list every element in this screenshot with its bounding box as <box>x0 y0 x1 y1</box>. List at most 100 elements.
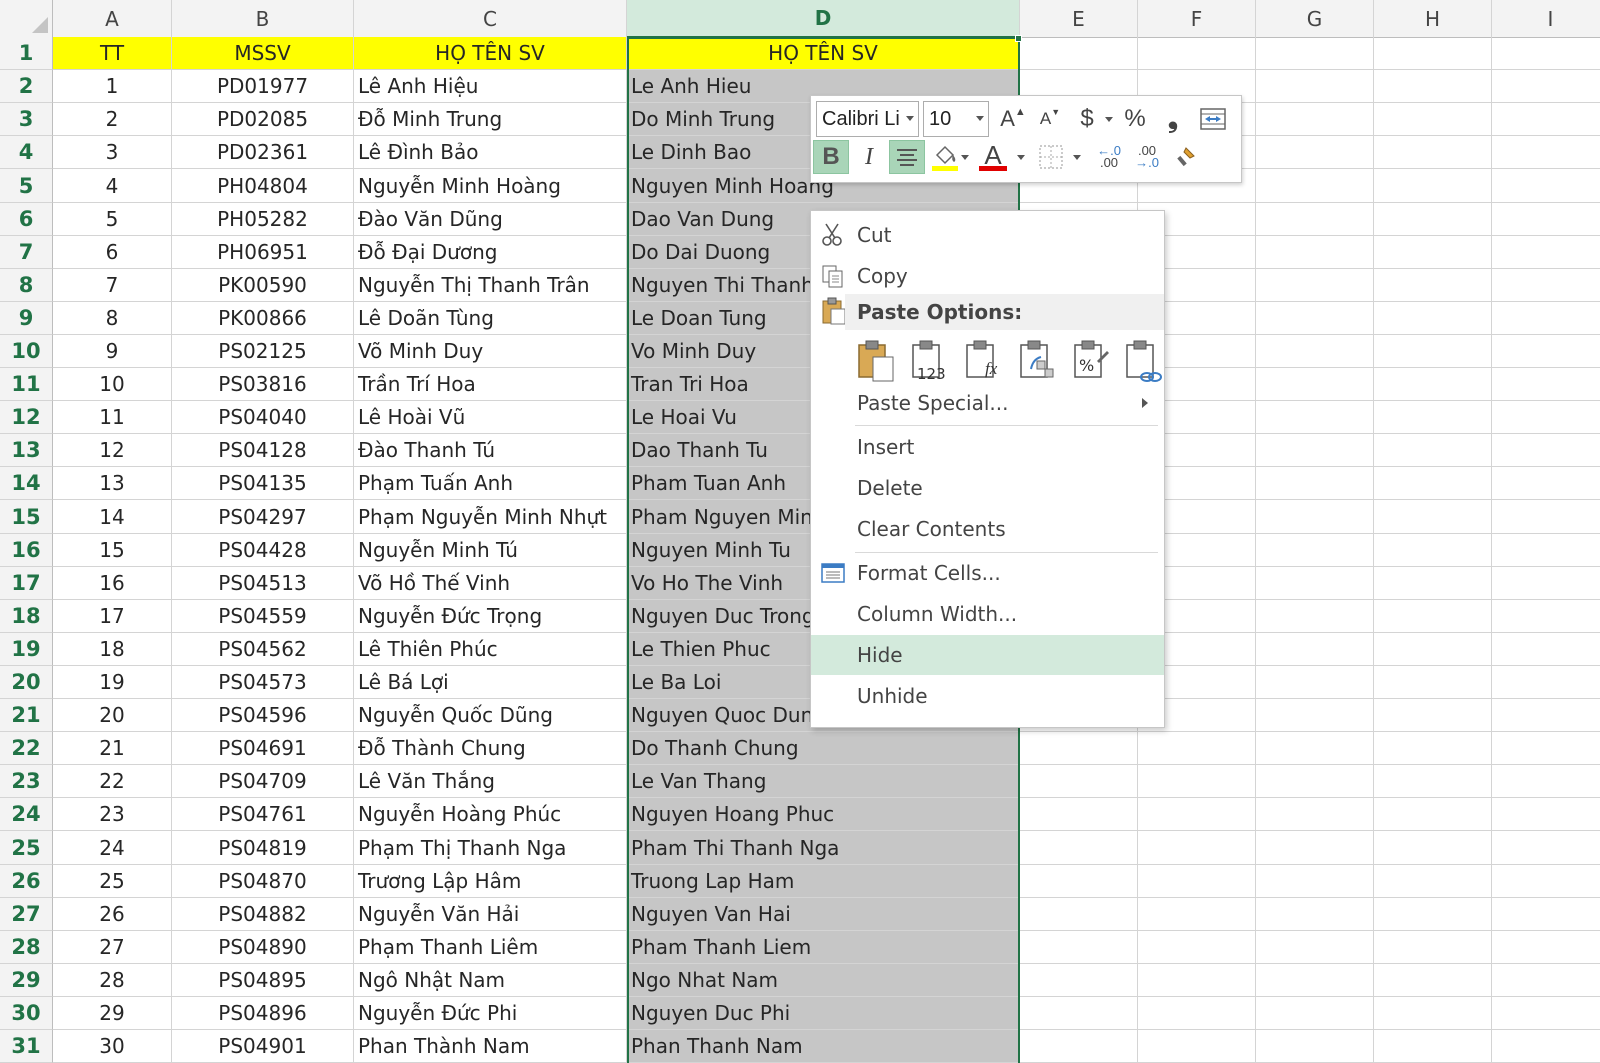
grid-cell[interactable] <box>1492 732 1600 765</box>
grid-cell[interactable]: Trương Lập Hâm <box>354 865 627 898</box>
grid-cell[interactable]: PS04573 <box>172 666 354 699</box>
grid-cell[interactable]: Lê Đình Bảo <box>354 136 627 169</box>
grid-cell[interactable]: 23 <box>53 798 172 831</box>
grid-cell[interactable]: 26 <box>53 898 172 931</box>
format-painter-button[interactable] <box>1167 140 1203 174</box>
row-header[interactable]: 15 <box>0 500 53 534</box>
grid-cell[interactable] <box>1492 236 1600 269</box>
grid-cell[interactable]: PS03816 <box>172 368 354 401</box>
grid-cell[interactable]: 12 <box>53 434 172 467</box>
decrease-decimal-button[interactable]: .00 →.0 <box>1129 140 1165 174</box>
grid-cell[interactable] <box>1256 931 1374 964</box>
grid-cell[interactable] <box>1492 401 1600 434</box>
grid-cell[interactable]: PS04562 <box>172 633 354 666</box>
row-header[interactable]: 20 <box>0 666 53 699</box>
grid-cell[interactable]: Đào Thanh Tú <box>354 434 627 467</box>
row-header[interactable]: 29 <box>0 964 53 997</box>
row-header[interactable]: 18 <box>0 600 53 633</box>
row-header[interactable]: 6 <box>0 203 53 236</box>
grid-cell[interactable] <box>1492 302 1600 335</box>
grid-cell[interactable]: Truong Lap Ham <box>627 865 1020 898</box>
grid-cell[interactable]: PS04901 <box>172 1030 354 1063</box>
row-header[interactable]: 13 <box>0 434 53 467</box>
grid-cell[interactable] <box>1492 765 1600 798</box>
grid-cell[interactable]: 7 <box>53 269 172 302</box>
grid-cell[interactable]: PS04596 <box>172 699 354 732</box>
grid-cell[interactable]: 28 <box>53 964 172 997</box>
column-header-b[interactable]: B <box>172 0 354 38</box>
grid-cell[interactable] <box>1020 765 1138 798</box>
grid-cell[interactable] <box>1138 798 1256 831</box>
increase-decimal-button[interactable]: ←.0 .00 <box>1091 140 1127 174</box>
menu-item-insert[interactable]: Insert <box>811 427 1164 467</box>
row-header[interactable]: 12 <box>0 401 53 434</box>
grid-cell[interactable]: PH04804 <box>172 169 354 203</box>
grid-cell[interactable] <box>1492 831 1600 865</box>
grid-cell[interactable] <box>1020 997 1138 1030</box>
row-header[interactable]: 19 <box>0 633 53 666</box>
grid-cell[interactable] <box>1256 103 1374 136</box>
grid-cell[interactable] <box>1138 931 1256 964</box>
grid-cell[interactable] <box>1256 865 1374 898</box>
header-cell[interactable]: MSSV <box>172 37 354 70</box>
grid-cell[interactable] <box>1256 203 1374 236</box>
grid-cell[interactable]: Lê Bá Lợi <box>354 666 627 699</box>
grid-cell[interactable] <box>1256 666 1374 699</box>
grid-cell[interactable]: Phan Thành Nam <box>354 1030 627 1063</box>
header-cell[interactable]: HỌ TÊN SV <box>354 37 627 70</box>
grid-cell[interactable]: PS04890 <box>172 931 354 964</box>
grid-cell[interactable] <box>1138 37 1256 70</box>
menu-item-delete[interactable]: Delete <box>811 468 1164 508</box>
accounting-format-button[interactable]: $ <box>1069 102 1105 136</box>
grid-cell[interactable]: Nguyễn Minh Tú <box>354 534 627 567</box>
grid-cell[interactable]: Ngô Nhật Nam <box>354 964 627 997</box>
grid-cell[interactable]: 22 <box>53 765 172 798</box>
grid-cell[interactable] <box>1256 600 1374 633</box>
grid-cell[interactable] <box>1492 500 1600 534</box>
grid-cell[interactable] <box>1374 633 1492 666</box>
row-header[interactable]: 28 <box>0 931 53 964</box>
grid-cell[interactable] <box>1020 37 1138 70</box>
grid-cell[interactable] <box>1256 1030 1374 1063</box>
grid-cell[interactable] <box>1492 103 1600 136</box>
grid-cell[interactable]: Nguyễn Thị Thanh Trân <box>354 269 627 302</box>
grid-cell[interactable] <box>1256 136 1374 169</box>
paste-formatting-icon[interactable]: % <box>1071 339 1111 385</box>
row-header[interactable]: 4 <box>0 136 53 169</box>
grid-cell[interactable] <box>1256 434 1374 467</box>
fill-color-dropdown[interactable] <box>959 140 971 174</box>
increase-font-button[interactable]: A ▲ <box>995 102 1031 136</box>
grid-cell[interactable] <box>1374 831 1492 865</box>
grid-cell[interactable]: 14 <box>53 500 172 534</box>
grid-cell[interactable] <box>1374 103 1492 136</box>
grid-cell[interactable]: PS04135 <box>172 467 354 500</box>
grid-cell[interactable] <box>1492 997 1600 1030</box>
grid-cell[interactable] <box>1374 37 1492 70</box>
accounting-dropdown[interactable] <box>1103 102 1115 136</box>
grid-cell[interactable] <box>1492 600 1600 633</box>
menu-item-format-cells[interactable]: Format Cells... <box>811 553 1164 593</box>
grid-cell[interactable] <box>1374 931 1492 964</box>
header-cell[interactable]: TT <box>53 37 172 70</box>
grid-cell[interactable]: Trần Trí Hoa <box>354 368 627 401</box>
menu-item-paste-special[interactable]: Paste Special... <box>811 383 1164 423</box>
column-header-a[interactable]: A <box>53 0 172 38</box>
grid-cell[interactable] <box>1138 732 1256 765</box>
row-header[interactable]: 1 <box>0 37 53 70</box>
row-header[interactable]: 30 <box>0 997 53 1030</box>
grid-cell[interactable]: PH05282 <box>172 203 354 236</box>
grid-cell[interactable]: PS04882 <box>172 898 354 931</box>
column-header-g[interactable]: G <box>1256 0 1374 38</box>
grid-cell[interactable]: Nguyen Duc Phi <box>627 997 1020 1030</box>
grid-cell[interactable] <box>1492 898 1600 931</box>
grid-cell[interactable] <box>1492 37 1600 70</box>
grid-cell[interactable]: Võ Minh Duy <box>354 335 627 368</box>
grid-cell[interactable] <box>1020 865 1138 898</box>
grid-cell[interactable] <box>1256 732 1374 765</box>
grid-cell[interactable] <box>1374 765 1492 798</box>
grid-cell[interactable] <box>1492 169 1600 203</box>
grid-cell[interactable] <box>1492 633 1600 666</box>
grid-cell[interactable] <box>1374 434 1492 467</box>
grid-cell[interactable] <box>1374 699 1492 732</box>
grid-cell[interactable]: Le Van Thang <box>627 765 1020 798</box>
